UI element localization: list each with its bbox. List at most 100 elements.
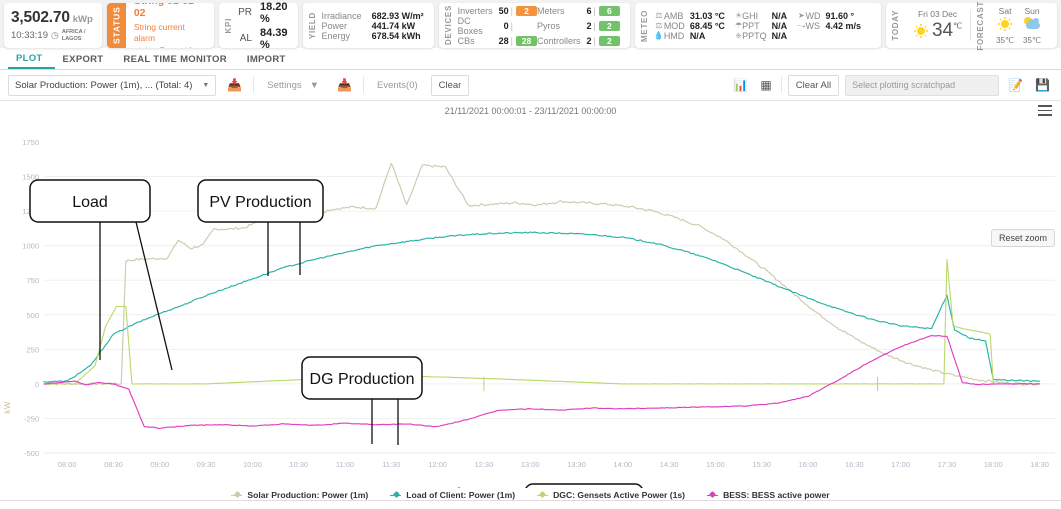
scratchpad-input[interactable]: Select plotting scratchpad [845, 74, 1000, 96]
divider [253, 77, 255, 93]
legend-item-bess[interactable]: BESS: BESS active power [707, 490, 830, 500]
download-icon[interactable]: 📥 [222, 75, 248, 95]
svg-text:09:30: 09:30 [197, 460, 216, 469]
reset-zoom-button[interactable]: Reset zoom [990, 229, 1055, 247]
status-title: String 01-02-02 [133, 3, 198, 19]
kpi-key: PR [238, 7, 252, 18]
svg-text:15:00: 15:00 [706, 460, 725, 469]
today-unit: ℃ [953, 21, 963, 31]
device-count: 0 [503, 20, 509, 31]
export-icon[interactable]: 📥 [332, 75, 357, 95]
chart-date-range: 21/11/2021 00:00:01 - 23/11/2021 00:00:0… [444, 106, 617, 116]
tab-export[interactable]: EXPORT [55, 48, 116, 69]
device-count: 50 [498, 5, 509, 16]
meteo-row: 💧 HMD N/A ⎈ PPTQ N/A [654, 31, 871, 41]
device-chip-cell: 6 [598, 5, 620, 16]
forecast-day: Sun 35℃ [1023, 6, 1041, 45]
today-weather: Fri 03 Dec 34℃ [905, 9, 970, 42]
plot-toolbar: Solar Production: Power (1m), ... (Total… [0, 70, 1061, 101]
forecast-temp: 35℃ [996, 36, 1014, 45]
tab-import[interactable]: IMPORT [239, 48, 298, 69]
yield-key: Energy [321, 30, 351, 41]
yield-row: Power 441.74 kW [322, 21, 424, 31]
edit-icon[interactable]: 📝 [1005, 78, 1026, 92]
timezone-label: AFRICA / LAGOS [61, 29, 86, 42]
meteo-value [825, 31, 871, 41]
kpi-label: KPI [224, 17, 234, 34]
forecast-temp: 35℃ [1023, 36, 1041, 45]
device-name: Pyros [536, 20, 560, 31]
svg-text:750: 750 [26, 276, 39, 285]
meteo-value: N/A [771, 20, 788, 31]
yield-label: YIELD [307, 11, 317, 40]
forecast-day: Sat 35℃ [996, 6, 1014, 45]
meteo-key: WS [805, 20, 820, 31]
legend-marker-icon [537, 491, 549, 500]
main-tab-strip: PLOT EXPORT REAL TIME MONITOR IMPORT [0, 48, 1061, 70]
svg-text:14:00: 14:00 [613, 460, 632, 469]
legend-item-solar[interactable]: Solar Production: Power (1m) [231, 490, 368, 500]
capacity-card: 3,502.70 kWp 10:33:19 ◷ AFRICA / LAGOS [4, 3, 102, 48]
yield-value: 441.74 kW [371, 20, 416, 31]
clear-all-button[interactable]: Clear All [787, 74, 840, 96]
humidity-icon: 💧 [653, 31, 664, 40]
kpi-row: PR 18.20 % [238, 0, 287, 26]
forecast-label: FORECAST [976, 0, 986, 51]
legend-item-dg[interactable]: DGC: Gensets Active Power (1s) [537, 490, 685, 500]
svg-text:-500: -500 [24, 449, 39, 458]
svg-text:08:30: 08:30 [104, 460, 123, 469]
yield-value: 682.93 W/m² [371, 10, 424, 21]
yield-key: Power [321, 20, 348, 31]
devices-card: DEVICES Inverters 50 | 2 Meters 6 | 6 DC… [438, 3, 630, 48]
meteo-value: 4.42 m/s [825, 20, 861, 31]
tab-plot[interactable]: PLOT [8, 48, 55, 69]
meteo-value: 31.03 °C [689, 10, 725, 21]
svg-text:1750: 1750 [22, 138, 39, 147]
footer-divider [0, 500, 1061, 501]
device-ok-chip: 6 [598, 5, 620, 16]
divider [780, 77, 782, 93]
device-chip-cell: 2 [598, 35, 620, 46]
meteo-key: GHI [742, 10, 759, 21]
kpi-value: 18.20 % [260, 0, 288, 25]
clear-button[interactable]: Clear [430, 74, 470, 96]
events-button[interactable]: Events(0) [369, 75, 425, 95]
meteo-key: PPT [742, 20, 760, 31]
capacity-unit: kWp [72, 14, 93, 26]
legend-marker-icon [707, 491, 719, 500]
chevron-down-icon: ▼ [202, 81, 210, 89]
settings-button[interactable]: Settings ▼ [260, 75, 327, 95]
device-ok-chip: 2 [598, 35, 620, 46]
svg-text:11:30: 11:30 [382, 460, 400, 469]
svg-text:500: 500 [26, 311, 39, 320]
settings-label: Settings [267, 79, 302, 91]
svg-text:12:30: 12:30 [475, 460, 494, 469]
device-row: CBs 28 | 28 Controllers 2 | 2 [458, 35, 620, 46]
wind-speed-icon: ⤍ [797, 20, 806, 30]
svg-text:15:30: 15:30 [752, 460, 771, 469]
tab-real-time-monitor[interactable]: REAL TIME MONITOR [115, 48, 238, 69]
device-count: 2 [586, 35, 592, 46]
top-status-bar: 3,502.70 kWp 10:33:19 ◷ AFRICA / LAGOS ST… [0, 0, 1061, 51]
y-axis-label: kW [3, 401, 12, 414]
legend-label: Load of Client: Power (1m) [406, 490, 516, 500]
rain-icon: ☂ [734, 21, 743, 30]
svg-text:08:00: 08:00 [58, 460, 77, 469]
series-select[interactable]: Solar Production: Power (1m), ... (Total… [8, 74, 217, 96]
device-name: Meters [536, 5, 565, 16]
chart-plot[interactable]: 17501500125010007505002500-250-50008:000… [0, 116, 1061, 488]
svg-text:0: 0 [35, 380, 39, 389]
bar-chart-icon[interactable]: 📊 [730, 78, 751, 92]
precip-icon: ⎈ [735, 30, 742, 40]
status-card[interactable]: STATUS String 01-02-02 String current al… [106, 3, 215, 48]
empty-icon [797, 31, 805, 41]
svg-text:13:00: 13:00 [521, 460, 540, 469]
save-icon[interactable]: 💾 [1032, 78, 1053, 92]
chart-menu-icon[interactable] [1038, 105, 1052, 116]
grid-icon[interactable]: ▦ [757, 78, 774, 92]
device-row: Inverters 50 | 2 Meters 6 | 6 [458, 5, 620, 16]
legend-item-load[interactable]: Load of Client: Power (1m) [390, 490, 515, 500]
svg-text:Load: Load [72, 194, 108, 211]
wind-direction-icon: ➤ [797, 11, 805, 20]
device-ok-chip: 28 [515, 35, 537, 46]
